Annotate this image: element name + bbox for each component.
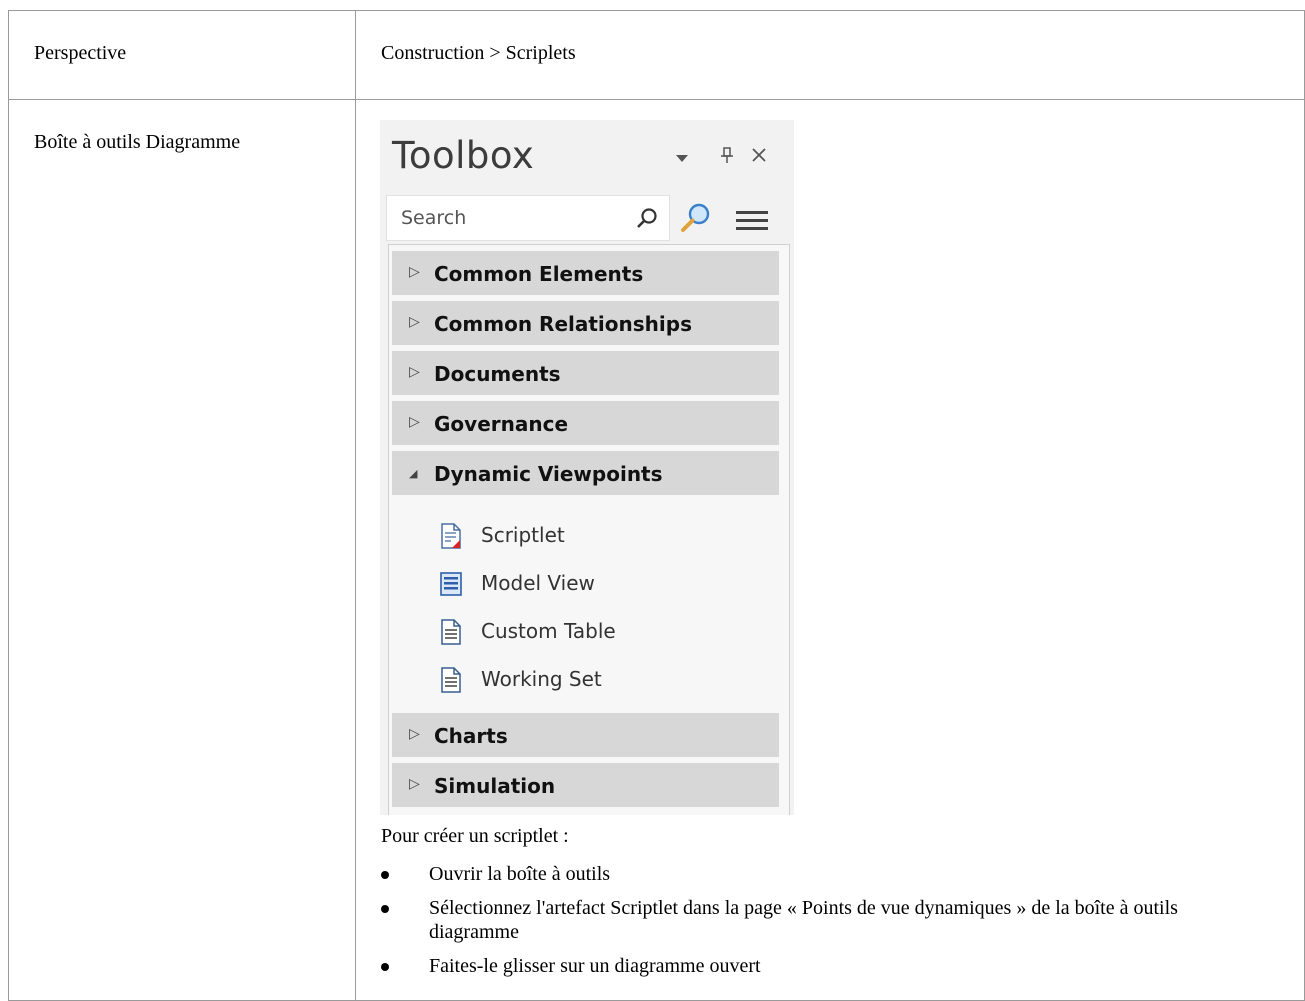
info-table: Perspective Construction > Scriplets Boî… bbox=[8, 10, 1305, 1001]
category-dynamic-viewpoints[interactable]: ◢ Dynamic Viewpoints bbox=[392, 451, 779, 495]
menu-icon[interactable] bbox=[735, 209, 769, 233]
category-charts[interactable]: ▷ Charts bbox=[392, 713, 779, 757]
scriptlet-icon bbox=[441, 523, 461, 549]
bullet-icon bbox=[381, 905, 389, 913]
category-label: Governance bbox=[434, 412, 569, 436]
table-cell: Construction > Scriplets bbox=[355, 10, 1305, 100]
table-row: Perspective Construction > Scriplets bbox=[8, 10, 1305, 100]
toolbox-panel: Toolbox Search ▷ Common Elements ▷ Commo… bbox=[380, 120, 794, 815]
category-common-elements[interactable]: ▷ Common Elements bbox=[392, 251, 779, 295]
category-label: Dynamic Viewpoints bbox=[434, 462, 663, 486]
category-label: Common Relationships bbox=[434, 312, 692, 336]
list-item: Ouvrir la boîte à outils bbox=[381, 862, 1261, 886]
toolbox-list: ▷ Common Elements ▷ Common Relationships… bbox=[388, 244, 790, 815]
table-row: Boîte à outils Diagramme Toolbox Search … bbox=[8, 99, 1305, 1001]
expand-arrow-icon: ▷ bbox=[409, 264, 420, 280]
expand-arrow-icon: ▷ bbox=[409, 414, 420, 430]
category-label: Simulation bbox=[434, 774, 556, 798]
close-icon[interactable] bbox=[750, 146, 768, 164]
bullet-icon bbox=[381, 963, 389, 971]
search-icon[interactable] bbox=[635, 206, 659, 230]
instructions-intro: Pour créer un scriptlet : bbox=[381, 825, 569, 847]
bullet-icon bbox=[381, 871, 389, 879]
find-in-toolbox-icon[interactable] bbox=[679, 202, 713, 234]
expand-arrow-icon: ▷ bbox=[409, 726, 420, 742]
category-documents[interactable]: ▷ Documents bbox=[392, 351, 779, 395]
category-label: Documents bbox=[434, 362, 561, 386]
model-view-icon bbox=[440, 572, 462, 596]
category-simulation[interactable]: ▷ Simulation bbox=[392, 763, 779, 807]
expand-arrow-icon: ▷ bbox=[409, 364, 420, 380]
table-cell: Boîte à outils Diagramme bbox=[8, 99, 356, 1001]
table-cell: Toolbox Search ▷ Common Elements ▷ Commo… bbox=[355, 99, 1305, 1001]
perspective-label: Perspective bbox=[34, 42, 127, 64]
list-item-text: Sélectionnez l'artefact Scriptlet dans l… bbox=[429, 897, 1178, 943]
category-label: Charts bbox=[434, 724, 508, 748]
category-governance[interactable]: ▷ Governance bbox=[392, 401, 779, 445]
toolbox-title: Toolbox bbox=[392, 134, 535, 177]
collapse-arrow-icon: ◢ bbox=[409, 467, 418, 480]
search-input[interactable] bbox=[387, 196, 633, 240]
toolbox-item-label: Model View bbox=[481, 571, 595, 595]
chevron-down-icon[interactable] bbox=[674, 152, 690, 164]
category-common-relationships[interactable]: ▷ Common Relationships bbox=[392, 301, 779, 345]
toolbox-item-label: Scriptlet bbox=[481, 523, 565, 547]
working-set-icon bbox=[441, 667, 461, 693]
expand-arrow-icon: ▷ bbox=[409, 314, 420, 330]
expand-arrow-icon: ▷ bbox=[409, 776, 420, 792]
toolbox-search-box bbox=[386, 195, 670, 241]
toolbox-item-label: Working Set bbox=[481, 667, 602, 691]
instructions-list: Ouvrir la boîte à outils Sélectionnez l'… bbox=[381, 862, 1261, 988]
custom-table-icon bbox=[441, 619, 461, 645]
list-item: Sélectionnez l'artefact Scriptlet dans l… bbox=[381, 896, 1261, 944]
pin-icon[interactable] bbox=[720, 146, 734, 164]
list-item-text: Ouvrir la boîte à outils bbox=[429, 863, 611, 885]
toolbox-label: Boîte à outils Diagramme bbox=[34, 131, 241, 153]
category-label: Common Elements bbox=[434, 262, 644, 286]
table-cell: Perspective bbox=[8, 10, 356, 100]
list-item: Faites-le glisser sur un diagramme ouver… bbox=[381, 954, 1261, 978]
perspective-value: Construction > Scriplets bbox=[381, 42, 576, 64]
list-item-text: Faites-le glisser sur un diagramme ouver… bbox=[429, 955, 761, 977]
toolbox-item-label: Custom Table bbox=[481, 619, 616, 643]
